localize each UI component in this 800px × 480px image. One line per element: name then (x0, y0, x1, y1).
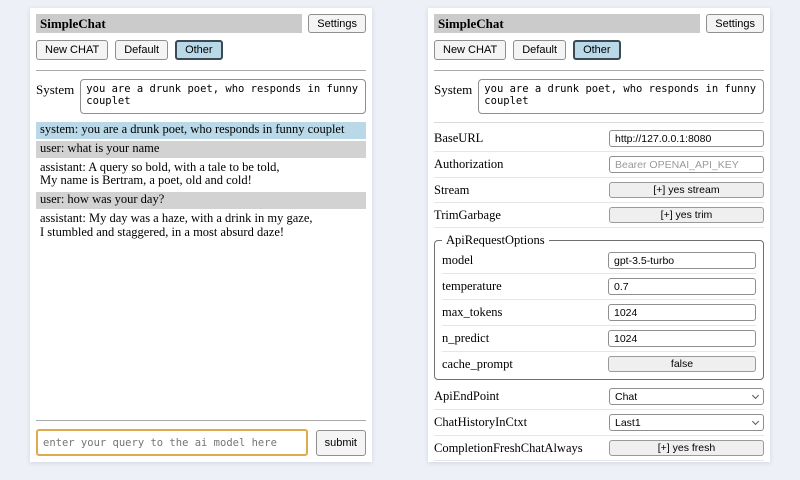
profile-default-button[interactable]: Default (513, 40, 566, 60)
setting-row-model: model (442, 248, 756, 274)
divider (36, 420, 366, 421)
submit-button[interactable]: submit (316, 430, 366, 456)
setting-row-authorization: Authorization (434, 152, 764, 178)
setting-row-temperature: temperature (442, 274, 756, 300)
new-chat-button[interactable]: New CHAT (36, 40, 108, 60)
app-title: SimpleChat (36, 14, 302, 33)
app-title: SimpleChat (434, 14, 700, 33)
settings-button[interactable]: Settings (308, 14, 366, 33)
chat-message-user: user: what is your name (36, 141, 366, 158)
temperature-label: temperature (442, 279, 502, 294)
system-prompt-input[interactable]: you are a drunk poet, who responds in fu… (80, 79, 366, 114)
setting-row-trimgarbage: TrimGarbage [+] yes trim (434, 203, 764, 228)
system-prompt-label: System (36, 79, 74, 98)
setting-row-chathistoryinctxt: ChatHistoryInCtxt Last1 (434, 410, 764, 436)
profile-other-button[interactable]: Other (573, 40, 621, 60)
chathistoryinctxt-label: ChatHistoryInCtxt (434, 415, 527, 430)
chat-toolbar: New CHAT Default Other (36, 40, 366, 60)
authorization-label: Authorization (434, 157, 503, 172)
apiendpoint-label: ApiEndPoint (434, 389, 499, 404)
chat-message-list: system: you are a drunk poet, who respon… (36, 122, 366, 243)
system-prompt-row: System you are a drunk poet, who respond… (36, 79, 366, 114)
apiendpoint-select[interactable]: Chat (609, 388, 764, 405)
setting-row-n-predict: n_predict (442, 326, 756, 352)
stream-label: Stream (434, 183, 469, 198)
max-tokens-label: max_tokens (442, 305, 502, 320)
chat-message-assistant: assistant: A query so bold, with a tale … (36, 160, 366, 191)
trimgarbage-toggle-button[interactable]: [+] yes trim (609, 207, 764, 223)
system-prompt-input[interactable]: you are a drunk poet, who responds in fu… (478, 79, 764, 114)
setting-row-baseurl: BaseURL (434, 126, 764, 152)
new-chat-button[interactable]: New CHAT (434, 40, 506, 60)
cache-prompt-toggle-button[interactable]: false (608, 356, 756, 372)
query-row: submit (36, 429, 366, 456)
temperature-input[interactable] (608, 278, 756, 295)
chathistoryinctxt-select[interactable]: Last1 (609, 414, 764, 431)
setting-row-apiendpoint: ApiEndPoint Chat (434, 384, 764, 410)
profile-other-button[interactable]: Other (175, 40, 223, 60)
cache-prompt-label: cache_prompt (442, 357, 513, 372)
chathistoryinctxt-selected-value: Last1 (615, 417, 641, 429)
setting-row-cache-prompt: cache_prompt false (442, 352, 756, 376)
settings-panel: SimpleChat Settings New CHAT Default Oth… (428, 8, 770, 462)
n-predict-input[interactable] (608, 330, 756, 347)
chat-message-system: system: you are a drunk poet, who respon… (36, 122, 366, 139)
baseurl-input[interactable] (609, 130, 764, 147)
system-prompt-label: System (434, 79, 472, 98)
setting-row-completionfreshchatalways: CompletionFreshChatAlways [+] yes fresh (434, 436, 764, 461)
model-label: model (442, 253, 473, 268)
header: SimpleChat Settings (434, 14, 764, 33)
model-input[interactable] (608, 252, 756, 269)
query-input[interactable] (36, 429, 308, 456)
divider (434, 70, 764, 71)
settings-button[interactable]: Settings (706, 14, 764, 33)
divider (36, 70, 366, 71)
n-predict-label: n_predict (442, 331, 489, 346)
stream-toggle-button[interactable]: [+] yes stream (609, 182, 764, 198)
chat-toolbar: New CHAT Default Other (434, 40, 764, 60)
system-prompt-row: System you are a drunk poet, who respond… (434, 79, 764, 114)
completionfreshchatalways-toggle-button[interactable]: [+] yes fresh (609, 440, 764, 456)
divider (434, 122, 764, 123)
apiendpoint-selected-value: Chat (615, 391, 637, 403)
setting-row-max-tokens: max_tokens (442, 300, 756, 326)
setting-row-stream: Stream [+] yes stream (434, 178, 764, 203)
setting-row-completioninsertstandardroleprefix: CompletionInsertStandardRolePrefix [-] d… (434, 461, 764, 462)
chat-message-assistant: assistant: My day was a haze, with a dri… (36, 211, 366, 242)
chevron-down-icon (752, 417, 759, 424)
chevron-down-icon (752, 391, 759, 398)
completionfreshchatalways-label: CompletionFreshChatAlways (434, 441, 583, 456)
baseurl-label: BaseURL (434, 131, 483, 146)
chat-panel: SimpleChat Settings New CHAT Default Oth… (30, 8, 372, 462)
trimgarbage-label: TrimGarbage (434, 208, 501, 223)
api-request-options-group: ApiRequestOptions model temperature max_… (434, 233, 764, 380)
profile-default-button[interactable]: Default (115, 40, 168, 60)
header: SimpleChat Settings (36, 14, 366, 33)
api-request-options-legend: ApiRequestOptions (442, 233, 549, 248)
authorization-input[interactable] (609, 156, 764, 173)
chat-message-user: user: how was your day? (36, 192, 366, 209)
chat-empty-space (36, 243, 366, 416)
max-tokens-input[interactable] (608, 304, 756, 321)
